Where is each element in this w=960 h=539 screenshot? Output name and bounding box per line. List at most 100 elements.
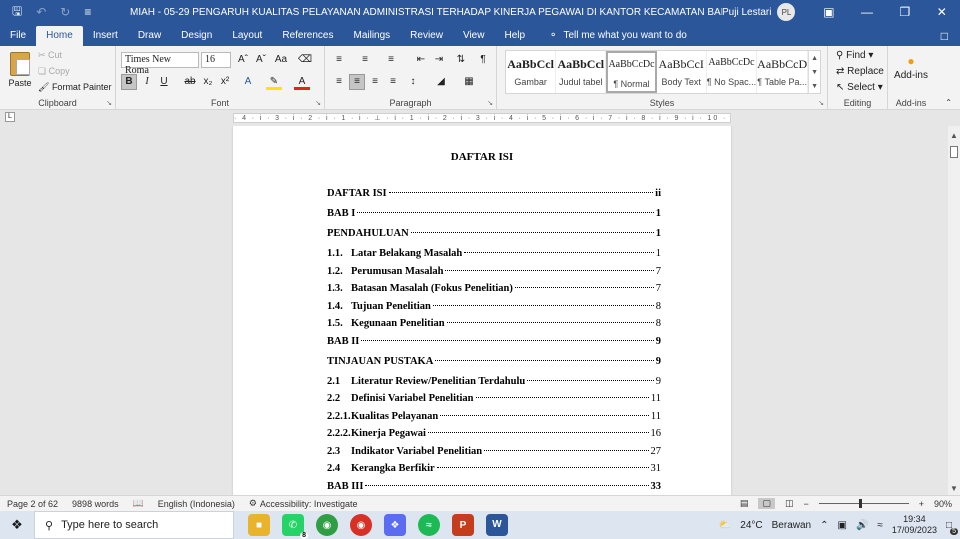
- select-button[interactable]: ↖ Select ▾: [836, 82, 883, 93]
- superscript-button[interactable]: x²: [217, 74, 233, 90]
- tell-me-box[interactable]: ⚬ Tell me what you want to do: [549, 26, 687, 46]
- avatar[interactable]: PL: [777, 3, 796, 21]
- bullets-icon[interactable]: ≡: [331, 52, 347, 68]
- windows-start-icon[interactable]: ❖: [0, 517, 34, 533]
- account-area[interactable]: Puji Lestari PL: [722, 3, 810, 21]
- style-body-text[interactable]: AaBbCcI Body Text: [657, 51, 707, 93]
- toc-entry[interactable]: 1.3. Batasan Masalah (Fokus Penelitian) 7: [327, 283, 661, 301]
- chevron-up-icon[interactable]: ⌃: [820, 520, 828, 531]
- tab-mailings[interactable]: Mailings: [343, 26, 400, 46]
- cut-button[interactable]: ✂ Cut: [38, 50, 62, 61]
- font-size-select[interactable]: 16: [201, 52, 231, 68]
- taskbar-search[interactable]: ⚲ Type here to search: [34, 511, 234, 539]
- zoom-out-icon[interactable]: −: [803, 499, 808, 509]
- highlight-icon[interactable]: ✎: [266, 74, 282, 90]
- language[interactable]: English (Indonesia): [158, 499, 235, 509]
- toc-entry[interactable]: DAFTAR ISI ii: [327, 188, 661, 208]
- toc-entry[interactable]: PENDAHULUAN 1: [327, 228, 661, 248]
- comments-icon[interactable]: □: [941, 26, 948, 46]
- page-count[interactable]: Page 2 of 62: [7, 499, 58, 509]
- close-icon[interactable]: ✕: [937, 5, 947, 19]
- bold-button[interactable]: B: [121, 74, 137, 90]
- shading-icon[interactable]: ◢: [433, 74, 449, 90]
- style-table-paragraph[interactable]: AaBbCcD ¶ Table Pa...: [757, 51, 809, 93]
- align-center-icon[interactable]: ≡: [349, 74, 365, 90]
- chevron-down-icon[interactable]: ▼: [811, 69, 818, 76]
- zoom-slider[interactable]: [818, 499, 909, 508]
- change-case-icon[interactable]: Aa: [273, 52, 289, 68]
- toc-entry[interactable]: 2.2 Definisi Variabel Penelitian 11: [327, 393, 661, 411]
- dialog-launcher-icon[interactable]: ↘: [487, 99, 493, 107]
- sort-icon[interactable]: ⇅: [453, 52, 469, 68]
- copy-button[interactable]: ❏ Copy: [38, 66, 70, 77]
- dialog-launcher-icon[interactable]: ↘: [106, 99, 112, 107]
- decrease-indent-icon[interactable]: ⇤: [413, 52, 429, 68]
- clear-formatting-icon[interactable]: ⌫: [297, 52, 313, 68]
- paste-button[interactable]: Paste: [6, 52, 34, 88]
- document-page[interactable]: DAFTAR ISI DAFTAR ISI ii BAB I 1 PENDAHULUAN…: [233, 126, 731, 495]
- align-left-icon[interactable]: ≡: [331, 74, 347, 90]
- justify-icon[interactable]: ≡: [385, 74, 401, 90]
- file-explorer-icon[interactable]: ■: [248, 514, 270, 536]
- tab-selector-icon[interactable]: L: [5, 112, 15, 122]
- zoom-level[interactable]: 90%: [934, 499, 952, 509]
- powerpoint-icon[interactable]: P: [452, 514, 474, 536]
- chevron-up-icon[interactable]: ▲: [811, 55, 818, 62]
- volume-icon[interactable]: 🔊: [856, 520, 868, 531]
- zoom-in-icon[interactable]: +: [919, 499, 924, 509]
- more-styles-icon[interactable]: ▼: [811, 83, 818, 90]
- tab-view[interactable]: View: [453, 26, 495, 46]
- print-layout-icon[interactable]: ▢: [758, 498, 775, 509]
- minimize-icon[interactable]: —: [861, 5, 873, 19]
- clock[interactable]: 19:34 17/09/2023: [892, 514, 937, 536]
- scroll-down-icon[interactable]: ▼: [948, 483, 960, 495]
- tab-draw[interactable]: Draw: [128, 26, 171, 46]
- toc-entry[interactable]: BAB I 1: [327, 208, 661, 228]
- toc-entry[interactable]: TINJAUAN PUSTAKA 9: [327, 356, 661, 376]
- ruler-scale[interactable]: · 4 · i · 3 · i · 2 · i · 1 · i · ⊥ · i …: [233, 113, 731, 123]
- toc-entry[interactable]: 1.1. Latar Belakang Masalah 1: [327, 248, 661, 266]
- increase-indent-icon[interactable]: ⇥: [431, 52, 447, 68]
- word-count[interactable]: 9898 words: [72, 499, 119, 509]
- weather-text[interactable]: Berawan: [772, 520, 811, 531]
- borders-icon[interactable]: ▦: [461, 74, 477, 90]
- align-right-icon[interactable]: ≡: [367, 74, 383, 90]
- weather-icon[interactable]: ⛅: [719, 520, 731, 531]
- style-normal[interactable]: AaBbCcDc ¶ Normal: [606, 51, 657, 93]
- tab-file[interactable]: File: [0, 26, 36, 46]
- vertical-scrollbar[interactable]: ▲ ▼: [948, 126, 960, 495]
- dialog-launcher-icon[interactable]: ↘: [818, 99, 824, 107]
- toc-entry[interactable]: 1.2. Perumusan Masalah 7: [327, 266, 661, 284]
- whatsapp-icon[interactable]: ✆ 8: [282, 514, 308, 539]
- text-effects-icon[interactable]: A: [240, 74, 256, 90]
- line-spacing-icon[interactable]: ↕: [405, 74, 421, 90]
- font-color-icon[interactable]: A: [294, 74, 310, 90]
- app-icon[interactable]: ❖: [384, 514, 406, 536]
- multilevel-list-icon[interactable]: ≡: [383, 52, 399, 68]
- addins-button[interactable]: ● Add-ins: [888, 54, 934, 81]
- accessibility-status[interactable]: Accessibility: Investigate: [260, 499, 358, 509]
- tab-layout[interactable]: Layout: [222, 26, 272, 46]
- wifi-icon[interactable]: ≈: [877, 520, 883, 531]
- tab-design[interactable]: Design: [171, 26, 222, 46]
- network-icon[interactable]: ▣: [838, 520, 847, 531]
- toc-entry[interactable]: BAB III 33: [327, 481, 661, 496]
- style-no-spacing[interactable]: AaBbCcDc ¶ No Spac...: [707, 51, 758, 93]
- shrink-font-icon[interactable]: Aˇ: [253, 52, 269, 68]
- tab-help[interactable]: Help: [494, 26, 535, 46]
- dialog-launcher-icon[interactable]: ↘: [315, 99, 321, 107]
- italic-button[interactable]: I: [139, 74, 155, 90]
- scroll-thumb[interactable]: [950, 146, 958, 158]
- toc-entry[interactable]: 2.1 Literatur Review/Penelitian Terdahulu…: [327, 376, 661, 394]
- chrome-profile-icon[interactable]: ◉: [350, 514, 372, 536]
- restore-icon[interactable]: ❐: [899, 5, 910, 19]
- proofing-icon[interactable]: 📖: [133, 498, 144, 509]
- spotify-icon[interactable]: ≈: [418, 514, 440, 536]
- grow-font-icon[interactable]: Aˆ: [235, 52, 251, 68]
- style-gambar[interactable]: AaBbCcl Gambar: [506, 51, 557, 93]
- tab-references[interactable]: References: [272, 26, 343, 46]
- redo-icon[interactable]: ↻: [60, 5, 70, 19]
- toc-entry[interactable]: BAB II 9: [327, 336, 661, 356]
- toc-entry[interactable]: 1.4. Tujuan Penelitian 8: [327, 301, 661, 319]
- styles-scroll[interactable]: ▲ ▼ ▼: [808, 51, 820, 93]
